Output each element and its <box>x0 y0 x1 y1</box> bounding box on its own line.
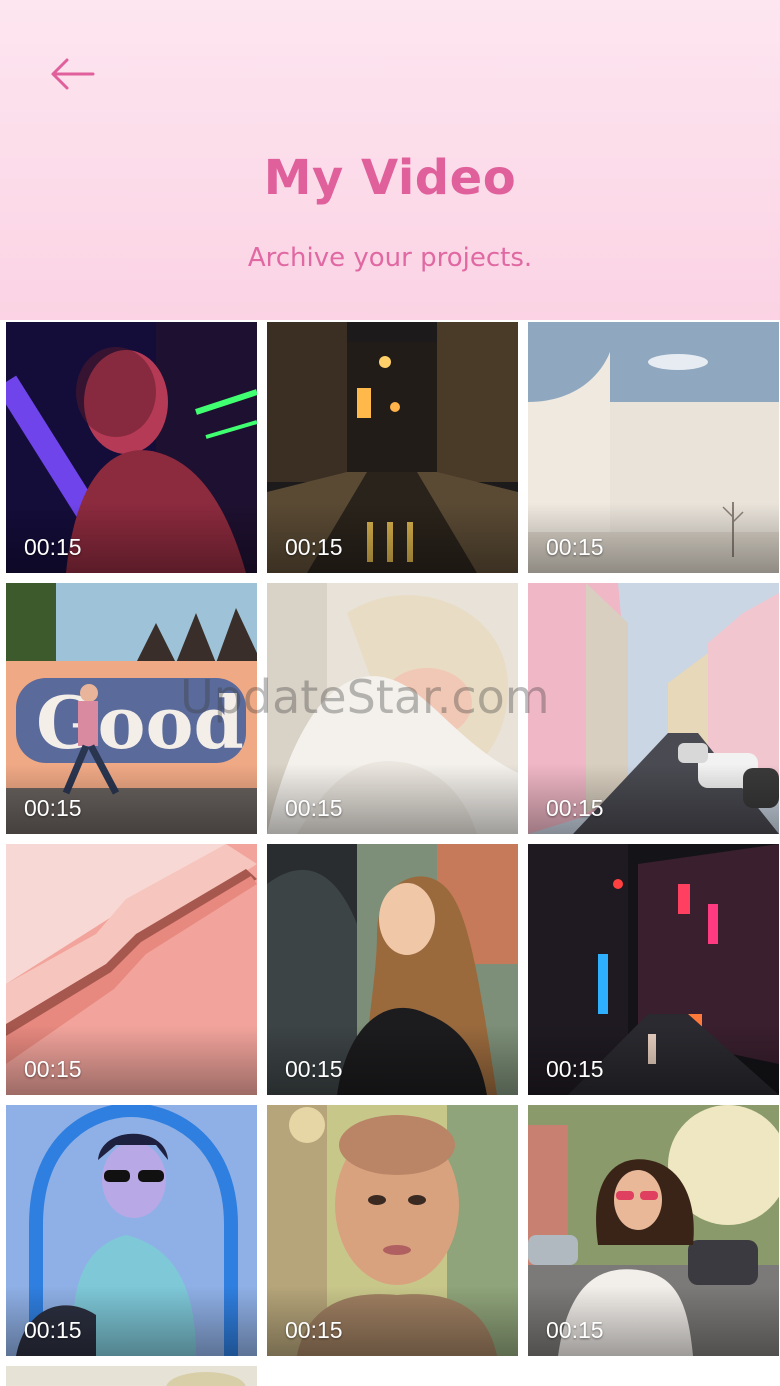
video-item[interactable]: 00:15 <box>267 322 518 573</box>
page-subtitle: Archive your projects. <box>247 243 533 273</box>
video-thumbnail <box>6 1366 257 1386</box>
video-item[interactable]: 00:15 <box>6 844 257 1095</box>
video-item[interactable] <box>6 1366 257 1386</box>
video-duration: 00:15 <box>24 1317 82 1343</box>
arrow-left-icon <box>51 58 95 90</box>
video-item[interactable]: 00:15 <box>6 1105 257 1356</box>
video-duration: 00:15 <box>24 795 82 821</box>
back-button[interactable] <box>44 52 100 96</box>
video-duration: 00:15 <box>285 1317 343 1343</box>
video-duration: 00:15 <box>285 795 343 821</box>
video-item[interactable]: 00:15 <box>528 322 779 573</box>
svg-text:Good: Good <box>36 680 244 765</box>
video-item[interactable]: 00:15 <box>267 1105 518 1356</box>
video-duration: 00:15 <box>285 534 343 560</box>
video-duration: 00:15 <box>546 1056 604 1082</box>
video-duration: 00:15 <box>546 534 604 560</box>
video-duration: 00:15 <box>546 795 604 821</box>
video-duration: 00:15 <box>546 1317 604 1343</box>
video-item[interactable]: 00:15 <box>267 583 518 834</box>
video-item[interactable]: 00:15 <box>267 844 518 1095</box>
header: My Video Archive your projects. <box>0 0 780 320</box>
video-duration: 00:15 <box>24 1056 82 1082</box>
page-title: My Video <box>263 150 517 206</box>
video-item[interactable]: Good 00:15 <box>6 583 257 834</box>
video-duration: 00:15 <box>285 1056 343 1082</box>
video-item[interactable]: 00:15 <box>528 844 779 1095</box>
video-item[interactable]: 00:15 <box>528 1105 779 1356</box>
my-video-screen: My Video Archive your projects. 00:15 00… <box>0 0 780 1386</box>
video-item[interactable]: 00:15 <box>6 322 257 573</box>
video-item[interactable]: 00:15 <box>528 583 779 834</box>
video-duration: 00:15 <box>24 534 82 560</box>
